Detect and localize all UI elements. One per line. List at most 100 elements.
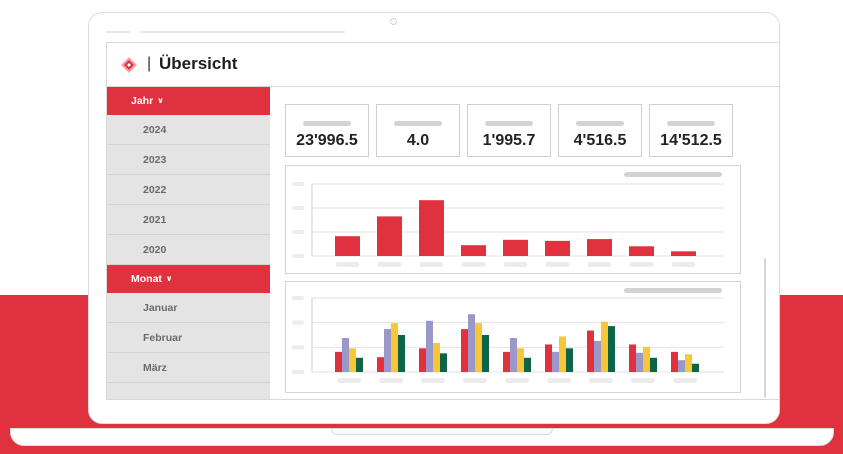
x-tick-placeholder: [461, 262, 486, 267]
chart-title-placeholder: [624, 288, 722, 293]
y-tick-placeholder: [292, 230, 304, 234]
sidebar-item-year[interactable]: 2024: [107, 115, 270, 145]
kpi-value: 14'512.5: [660, 132, 722, 149]
kpi-value: 4'516.5: [573, 132, 627, 149]
chart-bar: [426, 320, 433, 372]
kpi-label-placeholder: [576, 121, 624, 126]
chevron-down-icon: ∨: [157, 96, 164, 105]
y-tick-placeholder: [292, 370, 304, 374]
chart-bar: [559, 336, 566, 372]
app-header: | Übersicht: [107, 43, 779, 87]
chart-bar: [433, 342, 440, 372]
x-tick-placeholder: [629, 262, 654, 267]
chart-bar: [503, 351, 510, 372]
chart-bar: [685, 354, 692, 372]
sidebar-item-month[interactable]: Februar: [107, 323, 270, 353]
chart-bar: [475, 323, 482, 372]
kpi-value: 1'995.7: [482, 132, 536, 149]
decor-line: [106, 31, 130, 33]
chart-bar: [342, 337, 349, 372]
chart-bar: [587, 239, 612, 256]
chart-bar: [692, 363, 699, 372]
sidebar-section-label: Jahr: [131, 95, 154, 107]
chart-bar: [377, 357, 384, 372]
chart-bar: [601, 321, 608, 372]
chart-bar: [510, 337, 517, 372]
chart-bar: [671, 351, 678, 372]
kpi-card[interactable]: 4.0: [376, 104, 460, 157]
chevron-down-icon: ∨: [165, 274, 173, 283]
logo-icon[interactable]: [121, 57, 137, 73]
x-tick-placeholder: [379, 378, 403, 383]
x-tick-placeholder: [335, 262, 360, 267]
page-title: Übersicht: [159, 54, 238, 73]
sidebar-item-year[interactable]: 2023: [107, 145, 270, 175]
kpi-value: 23'996.5: [296, 132, 358, 149]
camera-icon: [390, 18, 397, 25]
x-tick-placeholder: [587, 262, 612, 267]
chart-title-placeholder: [624, 172, 722, 177]
laptop-notch: [331, 429, 553, 435]
chart-bar: [377, 216, 402, 256]
kpi-card[interactable]: 23'996.5: [285, 104, 369, 157]
x-tick-placeholder: [547, 378, 571, 383]
chart-bar: [587, 330, 594, 372]
app-window: | Übersicht Jahr ∨ 2024 2023 2022 2021 20…: [106, 42, 780, 400]
x-tick-placeholder: [671, 262, 696, 267]
decor-line: [140, 31, 345, 33]
chart-bar: [349, 348, 356, 372]
chart-panel-1: [285, 165, 741, 274]
bar-chart-annual[interactable]: [286, 166, 740, 273]
y-tick-placeholder: [292, 345, 304, 350]
kpi-label-placeholder: [485, 121, 533, 126]
y-tick-placeholder: [292, 206, 304, 210]
scrollbar[interactable]: [764, 258, 766, 398]
y-tick-placeholder: [292, 296, 304, 300]
kpi-card[interactable]: 14'512.5: [649, 104, 733, 157]
chart-bar: [335, 351, 342, 372]
y-tick-placeholder: [292, 254, 304, 258]
chart-bar: [545, 344, 552, 372]
chart-bar: [419, 200, 444, 256]
x-tick-placeholder: [631, 378, 655, 383]
sidebar-item-month[interactable]: Januar: [107, 293, 270, 323]
chart-bar: [629, 344, 636, 372]
kpi-card[interactable]: 4'516.5: [558, 104, 642, 157]
chart-bar: [419, 348, 426, 372]
y-tick-placeholder: [292, 182, 304, 186]
kpi-label-placeholder: [303, 121, 351, 126]
sidebar-section-month[interactable]: Monat ∨: [107, 265, 270, 293]
chart-bar: [391, 323, 398, 372]
x-tick-placeholder: [505, 378, 529, 383]
chart-bar: [517, 348, 524, 372]
bar-chart-grouped[interactable]: [286, 282, 740, 392]
sidebar-section-label: Monat: [131, 273, 162, 285]
kpi-card[interactable]: 1'995.7: [467, 104, 551, 157]
sidebar-item-year[interactable]: 2021: [107, 205, 270, 235]
chart-bar: [524, 357, 531, 372]
chart-bar: [468, 314, 475, 372]
x-tick-placeholder: [463, 378, 487, 383]
sidebar: Jahr ∨ 2024 2023 2022 2021 2020 Monat ∨ Ja…: [107, 87, 270, 399]
chart-bar: [482, 335, 489, 372]
x-tick-placeholder: [337, 378, 361, 383]
sidebar-section-year[interactable]: Jahr ∨: [107, 87, 270, 115]
chart-bar: [398, 335, 405, 372]
sidebar-item-year[interactable]: 2020: [107, 235, 270, 265]
chart-bar: [650, 357, 657, 372]
chart-bar: [440, 353, 447, 372]
chart-bar: [678, 360, 685, 372]
kpi-label-placeholder: [394, 121, 442, 126]
sidebar-item-month[interactable]: März: [107, 353, 270, 383]
x-tick-placeholder: [377, 262, 402, 267]
logo-separator: |: [147, 55, 152, 72]
chart-bar: [461, 329, 468, 372]
sidebar-item-year[interactable]: 2022: [107, 175, 270, 205]
chart-panel-2: [285, 281, 741, 393]
chart-bar: [384, 329, 391, 372]
x-tick-placeholder: [589, 378, 613, 383]
x-tick-placeholder: [545, 262, 570, 267]
chart-bar: [629, 246, 654, 256]
kpi-value: 4.0: [406, 132, 430, 149]
chart-bar: [566, 348, 573, 372]
